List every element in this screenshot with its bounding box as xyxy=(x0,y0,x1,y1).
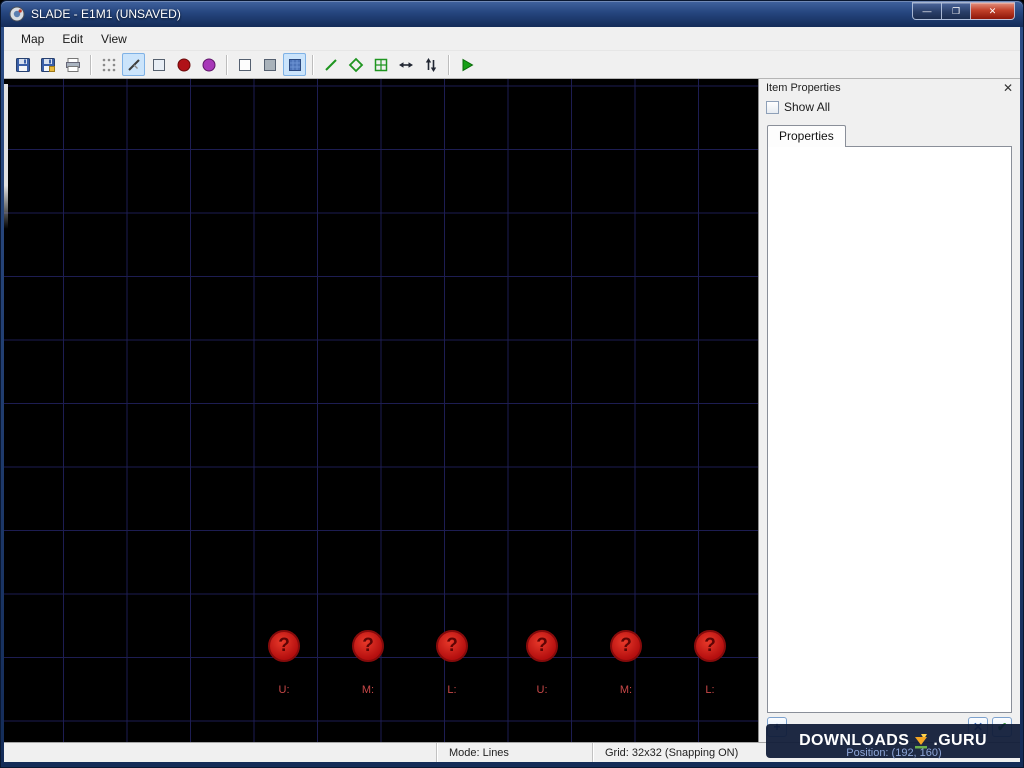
menu-view[interactable]: View xyxy=(92,29,136,49)
objects-mode-button[interactable] xyxy=(197,53,220,76)
item-properties-panel: Item Properties ✕ Show All Properties + … xyxy=(758,79,1020,742)
app-window: SLADE - E1M1 (UNSAVED) — ❐ ✕ Map Edit Vi… xyxy=(0,0,1024,768)
panel-header: Item Properties ✕ xyxy=(759,79,1020,96)
menu-bar: Map Edit View xyxy=(4,27,1020,51)
status-grid: Grid: 32x32 (Snapping ON) xyxy=(592,743,768,762)
toolbar-separator xyxy=(448,54,449,75)
main-content: ? U: ? M: ? L: ? U: ? M: ? L: Item Prope… xyxy=(4,79,1020,742)
status-position: Position: (192, 160) xyxy=(846,746,942,759)
thing-label: U: xyxy=(536,684,548,696)
show-all-label: Show All xyxy=(784,100,831,114)
window-controls: — ❐ ✕ xyxy=(912,2,1015,20)
panel-close-icon[interactable]: ✕ xyxy=(1003,82,1013,94)
map-thing[interactable]: ? L: xyxy=(436,630,468,696)
properties-list[interactable] xyxy=(767,146,1012,713)
maximize-button[interactable]: ❐ xyxy=(941,2,970,20)
lines-mode-button[interactable] xyxy=(122,53,145,76)
thing-label: M: xyxy=(619,684,633,696)
map-thing[interactable]: ? L: xyxy=(694,630,726,696)
things-mode-button[interactable] xyxy=(172,53,195,76)
thing-unknown-icon[interactable]: ? xyxy=(526,630,558,662)
map-thing[interactable]: ? M: xyxy=(610,630,642,696)
thing-label: M: xyxy=(361,684,375,696)
thing-unknown-icon[interactable]: ? xyxy=(610,630,642,662)
toolbar xyxy=(4,51,1020,79)
thing-unknown-icon[interactable]: ? xyxy=(436,630,468,662)
thing-unknown-icon[interactable]: ? xyxy=(694,630,726,662)
sectors-mode-button[interactable] xyxy=(147,53,170,76)
mirror-horizontal-button[interactable] xyxy=(394,53,417,76)
tab-properties[interactable]: Properties xyxy=(767,125,846,147)
map-thing[interactable]: ? U: xyxy=(526,630,558,696)
map-thing[interactable]: ? U: xyxy=(268,630,300,696)
show-all-row: Show All xyxy=(759,96,1020,118)
left-edge-strip xyxy=(4,84,8,229)
map-thing[interactable]: ? M: xyxy=(352,630,384,696)
panel-tabs: Properties xyxy=(759,118,1020,147)
save-map-button[interactable] xyxy=(11,53,34,76)
draw-shapes-button[interactable] xyxy=(344,53,367,76)
save-map-as-button[interactable] xyxy=(36,53,59,76)
window-title: SLADE - E1M1 (UNSAVED) xyxy=(31,7,181,21)
mirror-vertical-button[interactable] xyxy=(419,53,442,76)
panel-title: Item Properties xyxy=(766,82,841,94)
toolbar-separator xyxy=(312,54,313,75)
toolbar-separator xyxy=(90,54,91,75)
thing-label: U: xyxy=(278,684,290,696)
view-wireframe-button[interactable] xyxy=(233,53,256,76)
view-flat-button[interactable] xyxy=(258,53,281,76)
minimize-button[interactable]: — xyxy=(912,2,941,20)
map-canvas[interactable]: ? U: ? M: ? L: ? U: ? M: ? L: xyxy=(4,79,758,742)
draw-lines-button[interactable] xyxy=(319,53,342,76)
title-bar[interactable]: SLADE - E1M1 (UNSAVED) — ❐ ✕ xyxy=(1,1,1023,27)
close-button[interactable]: ✕ xyxy=(970,2,1015,20)
toolbar-separator xyxy=(226,54,227,75)
menu-edit[interactable]: Edit xyxy=(53,29,92,49)
thing-unknown-icon[interactable]: ? xyxy=(268,630,300,662)
app-icon xyxy=(9,6,25,22)
view-textured-button[interactable] xyxy=(283,53,306,76)
client-area: Map Edit View ? U: ? M: ? L: ? U: ? M: ?… xyxy=(4,27,1020,762)
run-map-button[interactable] xyxy=(455,53,478,76)
thing-label: L: xyxy=(447,684,457,696)
thing-label: L: xyxy=(705,684,715,696)
status-mode: Mode: Lines xyxy=(436,743,592,762)
export-map-button[interactable] xyxy=(61,53,84,76)
show-all-checkbox[interactable] xyxy=(766,100,779,114)
status-bar: Mode: Lines Grid: 32x32 (Snapping ON) Po… xyxy=(4,742,1020,762)
vertices-mode-button[interactable] xyxy=(97,53,120,76)
menu-map[interactable]: Map xyxy=(12,29,53,49)
thing-unknown-icon[interactable]: ? xyxy=(352,630,384,662)
edit-objects-button[interactable] xyxy=(369,53,392,76)
